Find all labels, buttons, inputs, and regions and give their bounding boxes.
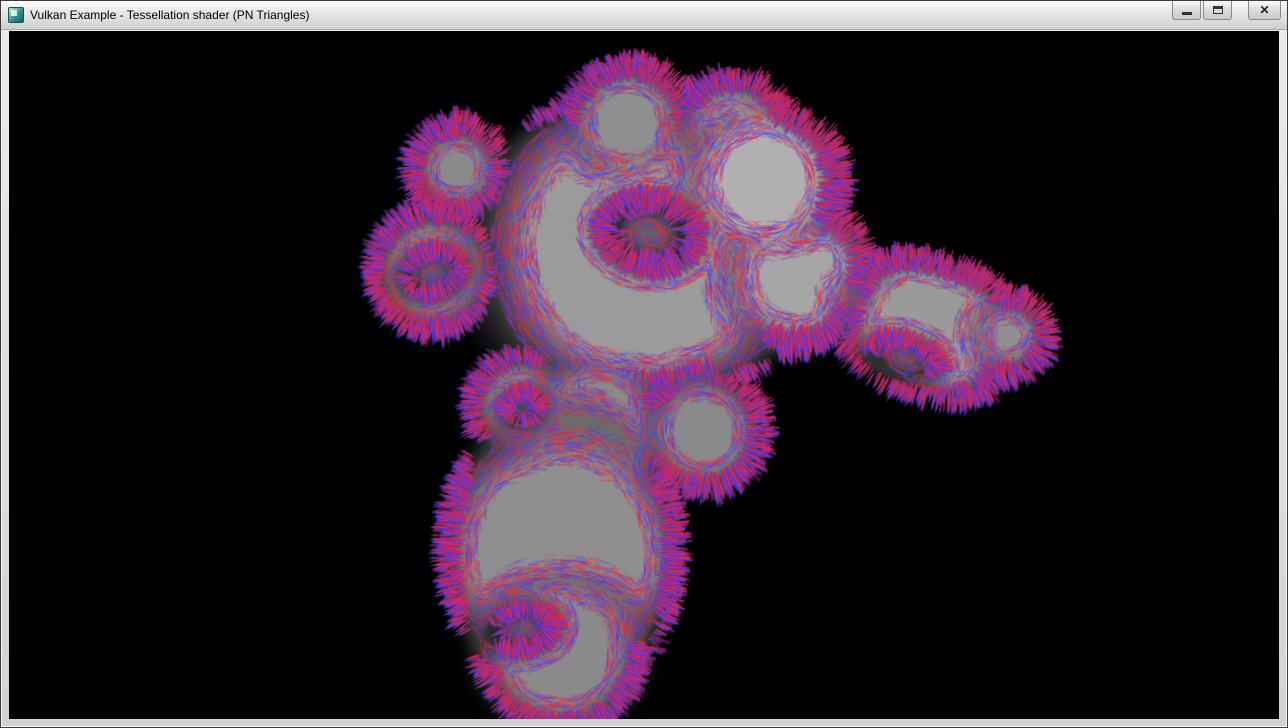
maximize-icon — [1213, 6, 1223, 14]
close-icon: ✕ — [1259, 4, 1269, 16]
maximize-button[interactable] — [1203, 1, 1232, 20]
minimize-button[interactable] — [1172, 1, 1201, 20]
window-controls: ✕ — [1172, 6, 1281, 25]
close-button[interactable]: ✕ — [1248, 1, 1281, 20]
viewport-canvas[interactable] — [9, 31, 1279, 719]
titlebar[interactable]: Vulkan Example - Tessellation shader (PN… — [1, 1, 1287, 30]
app-window: Vulkan Example - Tessellation shader (PN… — [0, 0, 1288, 728]
window-title: Vulkan Example - Tessellation shader (PN… — [30, 1, 1164, 30]
minimize-icon — [1182, 12, 1192, 15]
app-icon — [8, 7, 24, 23]
viewport — [9, 31, 1279, 719]
